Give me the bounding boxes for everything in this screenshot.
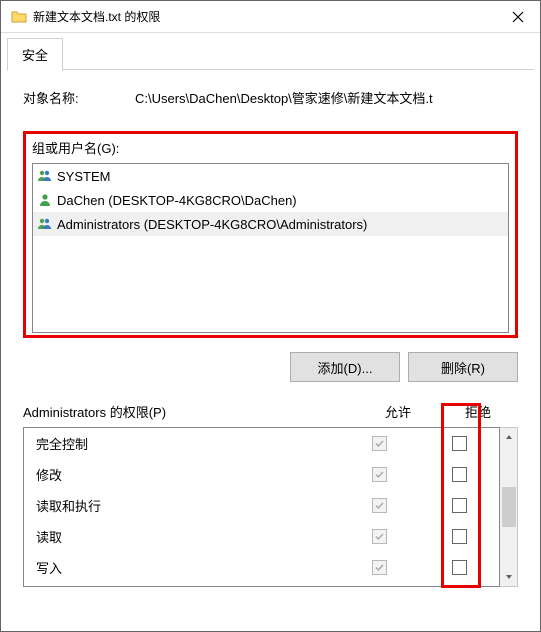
- deny-header: 拒绝: [438, 402, 518, 421]
- window-title: 新建文本文档.txt 的权限: [33, 8, 495, 25]
- allow-checkbox[interactable]: [372, 467, 387, 482]
- add-button[interactable]: 添加(D)...: [290, 352, 400, 382]
- user-icon: [37, 192, 57, 208]
- allow-checkbox[interactable]: [372, 498, 387, 513]
- scroll-up-icon[interactable]: [500, 428, 517, 446]
- deny-checkbox[interactable]: [452, 560, 467, 575]
- groups-label: 组或用户名(G):: [32, 138, 509, 157]
- deny-checkbox[interactable]: [452, 436, 467, 451]
- button-row: 添加(D)... 删除(R): [23, 352, 518, 382]
- allow-checkbox[interactable]: [372, 529, 387, 544]
- group-item[interactable]: Administrators (DESKTOP-4KG8CRO\Administ…: [33, 212, 508, 236]
- object-path: C:\Users\DaChen\Desktop\管家速修\新建文本文档.t: [135, 88, 518, 107]
- group-icon: [37, 168, 57, 184]
- deny-checkbox[interactable]: [452, 498, 467, 513]
- permission-row: 读取和执行: [24, 490, 499, 521]
- permission-row: 写入: [24, 552, 499, 583]
- permission-row: 完全控制: [24, 428, 499, 459]
- groups-highlight-box: 组或用户名(G): SYSTEM DaChen (DESKTOP-4KG8CRO…: [23, 131, 518, 338]
- group-item-text: Administrators (DESKTOP-4KG8CRO\Administ…: [57, 217, 367, 232]
- permission-row: 读取: [24, 521, 499, 552]
- permission-row: 修改: [24, 459, 499, 490]
- tab-strip: 安全: [1, 33, 540, 70]
- allow-checkbox[interactable]: [372, 436, 387, 451]
- allow-checkbox[interactable]: [372, 560, 387, 575]
- group-item[interactable]: SYSTEM: [33, 164, 508, 188]
- permissions-dialog: 新建文本文档.txt 的权限 安全 对象名称: C:\Users\DaChen\…: [0, 0, 541, 632]
- scrollbar[interactable]: [500, 427, 518, 587]
- permission-name: 完全控制: [24, 434, 339, 453]
- object-row: 对象名称: C:\Users\DaChen\Desktop\管家速修\新建文本文…: [23, 88, 518, 107]
- permissions-header: Administrators 的权限(P) 允许 拒绝: [23, 402, 518, 421]
- deny-checkbox[interactable]: [452, 467, 467, 482]
- titlebar: 新建文本文档.txt 的权限: [1, 1, 540, 33]
- permissions-list: 完全控制修改读取和执行读取写入: [23, 427, 500, 587]
- scroll-down-icon[interactable]: [500, 568, 517, 586]
- permission-name: 读取: [24, 527, 339, 546]
- permission-name: 写入: [24, 558, 339, 577]
- permission-name: 修改: [24, 465, 339, 484]
- allow-header: 允许: [358, 402, 438, 421]
- object-label: 对象名称:: [23, 88, 135, 107]
- group-item-text: DaChen (DESKTOP-4KG8CRO\DaChen): [57, 193, 297, 208]
- remove-button[interactable]: 删除(R): [408, 352, 518, 382]
- group-icon: [37, 216, 57, 232]
- permission-name: 读取和执行: [24, 496, 339, 515]
- folder-icon: [11, 9, 27, 25]
- close-button[interactable]: [495, 1, 540, 33]
- deny-checkbox[interactable]: [452, 529, 467, 544]
- permissions-title: Administrators 的权限(P): [23, 402, 358, 421]
- scroll-thumb[interactable]: [502, 487, 516, 527]
- groups-list[interactable]: SYSTEM DaChen (DESKTOP-4KG8CRO\DaChen) A…: [32, 163, 509, 333]
- group-item-text: SYSTEM: [57, 169, 110, 184]
- group-item[interactable]: DaChen (DESKTOP-4KG8CRO\DaChen): [33, 188, 508, 212]
- tab-security[interactable]: 安全: [7, 38, 63, 71]
